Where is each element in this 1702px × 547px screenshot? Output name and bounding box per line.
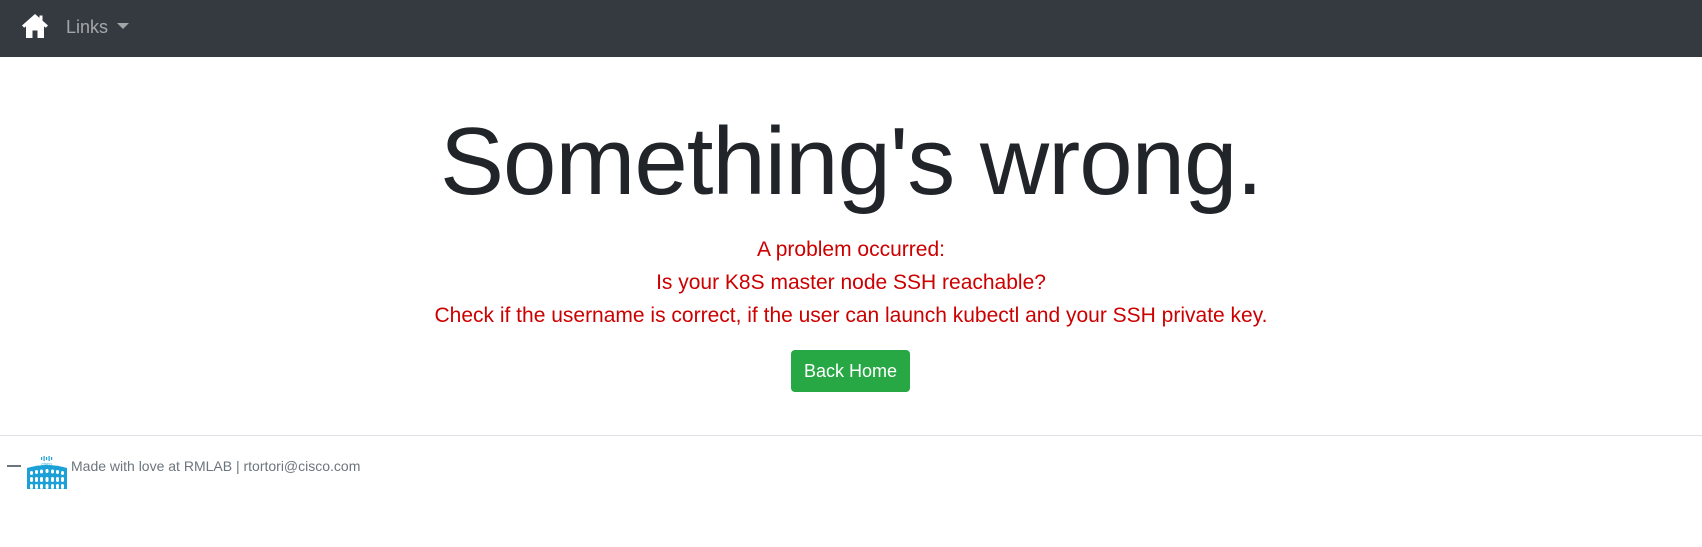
links-dropdown-toggle[interactable]: Links bbox=[66, 15, 130, 39]
error-content: Something's wrong. A problem occurred: I… bbox=[0, 57, 1702, 435]
error-message-1: A problem occurred: bbox=[757, 238, 945, 261]
caret-down-icon bbox=[117, 23, 130, 29]
back-home-button[interactable]: Back Home bbox=[791, 350, 910, 392]
footer-credit-text: Made with love at RMLAB | rtortori@cisco… bbox=[71, 458, 361, 474]
error-message-2: Is your K8S master node SSH reachable? bbox=[656, 271, 1046, 294]
home-icon bbox=[22, 14, 48, 38]
error-headline: Something's wrong. bbox=[439, 108, 1263, 215]
links-label: Links bbox=[66, 16, 109, 37]
top-navbar: Links bbox=[0, 0, 1702, 57]
footer-dash bbox=[7, 465, 21, 467]
error-message-3: Check if the username is correct, if the… bbox=[434, 304, 1268, 327]
footer: cisco Made with love at RMLAB | rtortori… bbox=[0, 436, 1702, 547]
home-link[interactable] bbox=[21, 13, 49, 39]
colosseum-logo-icon: cisco bbox=[27, 456, 67, 489]
